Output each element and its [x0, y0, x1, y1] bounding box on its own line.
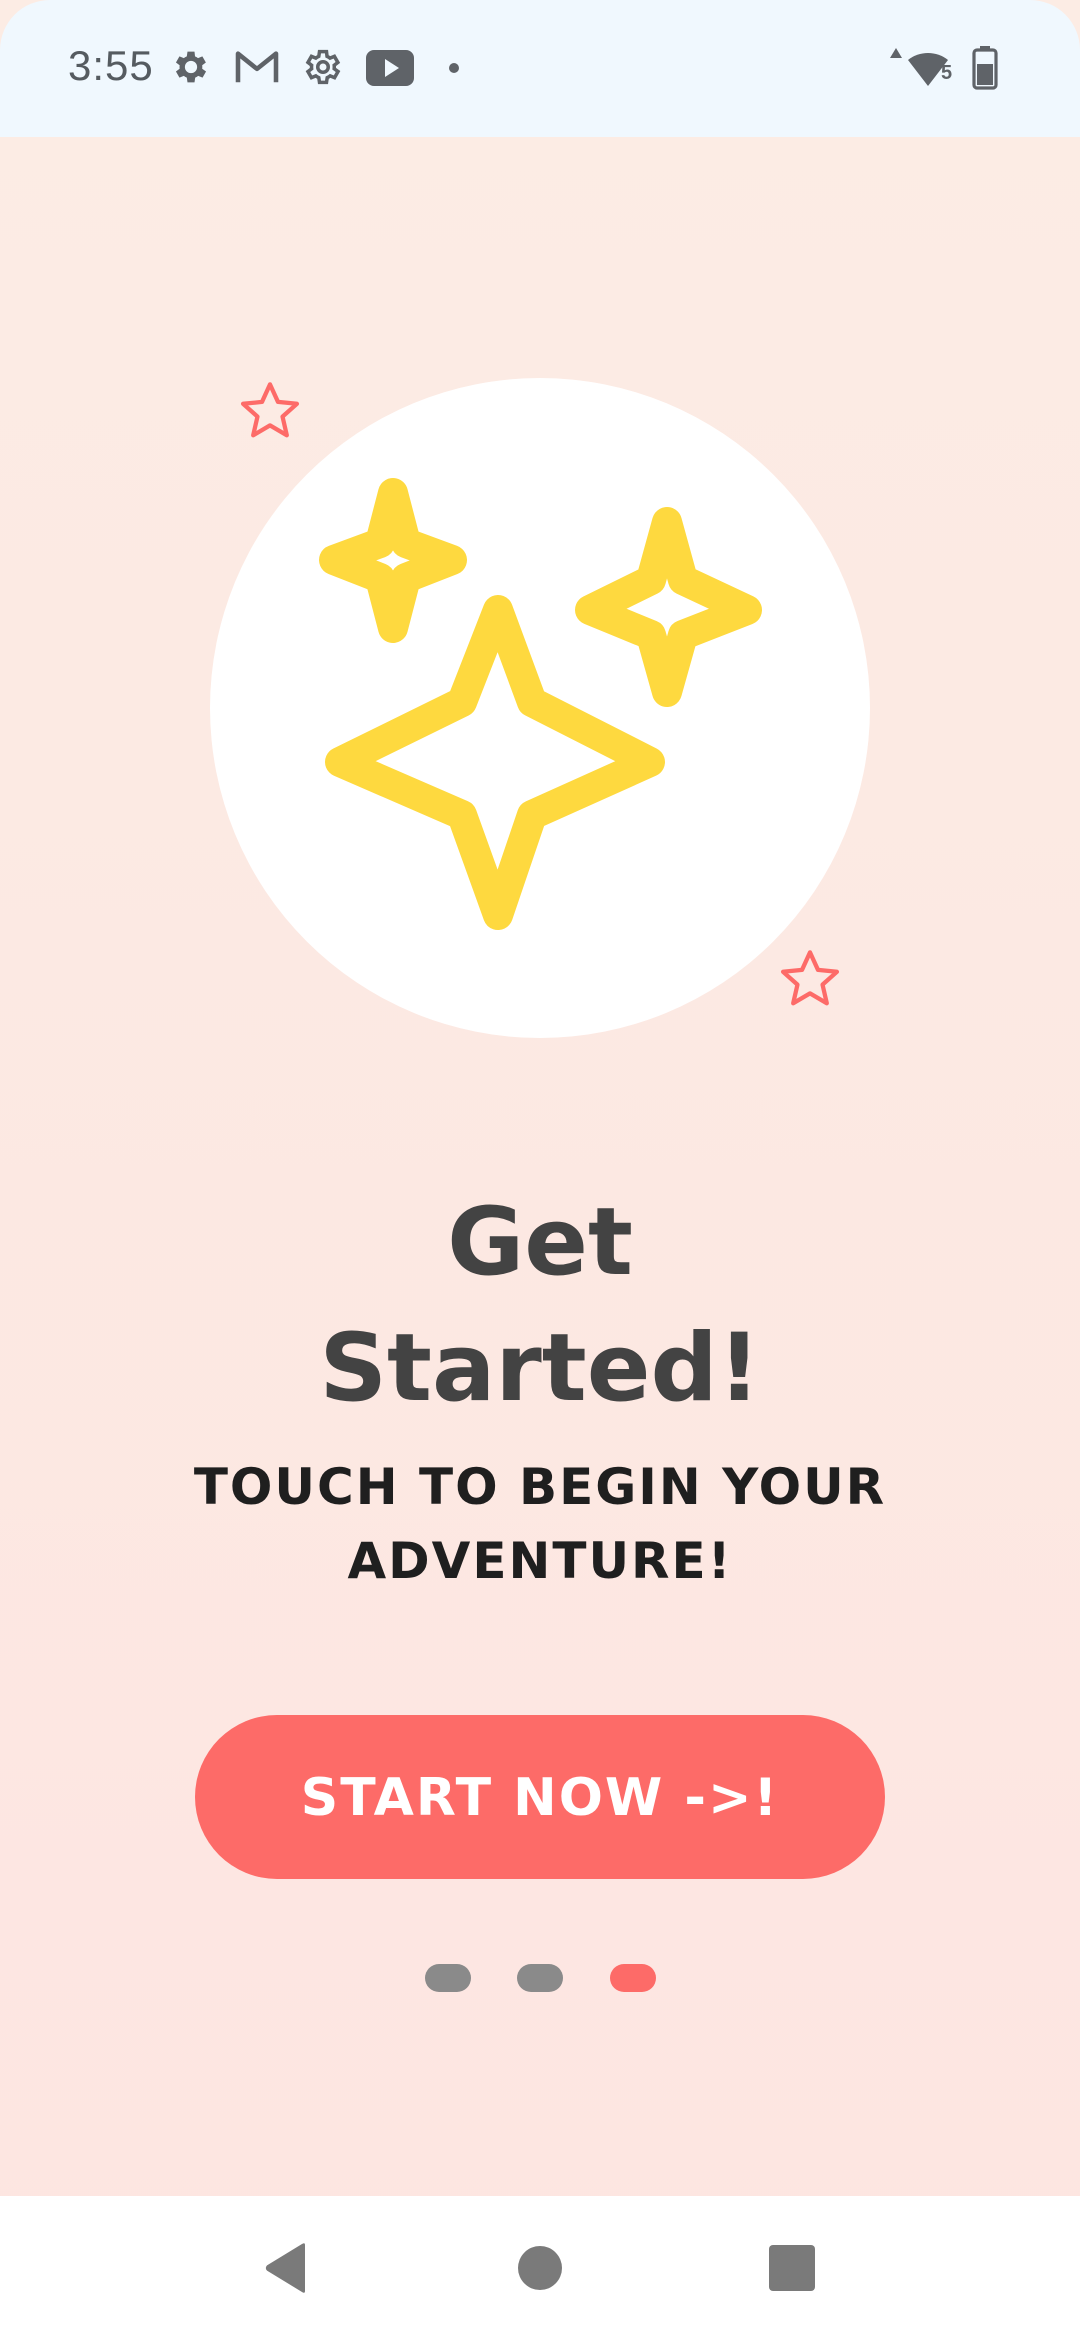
- home-icon: [518, 2246, 562, 2290]
- page-dot[interactable]: [425, 1964, 471, 1992]
- status-time: 3:55: [68, 42, 154, 89]
- start-now-button[interactable]: START NOW ->!: [195, 1715, 885, 1879]
- star-outline-icon: [240, 382, 300, 438]
- back-button[interactable]: [226, 2196, 346, 2340]
- youtube-icon: [366, 50, 414, 86]
- navigation-bar: [0, 2196, 1080, 2340]
- page-indicator: [0, 1964, 1080, 1994]
- onboarding-screen: 3:55 5 Get Started! TOUCH TO BEGIN YOUR …: [0, 0, 1080, 2340]
- page-title: Get Started!: [0, 1180, 1080, 1432]
- subtitle-line-2: ADVENTURE!: [347, 1532, 733, 1590]
- wifi-badge: 5: [941, 62, 953, 84]
- subtitle: TOUCH TO BEGIN YOUR ADVENTURE!: [0, 1450, 1080, 1598]
- battery-icon: [972, 46, 998, 90]
- title-line-1: Get: [447, 1188, 633, 1297]
- subtitle-line-1: TOUCH TO BEGIN YOUR: [193, 1458, 887, 1516]
- page-dot-active[interactable]: [610, 1964, 656, 1992]
- gmail-icon: [235, 51, 279, 83]
- settings-outline-icon: [305, 49, 341, 85]
- status-bar: 3:55 5: [0, 0, 1080, 137]
- title-line-2: Started!: [319, 1314, 761, 1423]
- settings-gear-icon: [175, 51, 207, 83]
- page-dot[interactable]: [517, 1964, 563, 1992]
- sparkles-icon: [319, 478, 762, 930]
- home-button[interactable]: [480, 2196, 600, 2340]
- back-icon: [265, 2243, 305, 2293]
- star-outline-icon: [780, 950, 840, 1006]
- recents-button[interactable]: [732, 2196, 852, 2340]
- recents-icon: [769, 2245, 815, 2291]
- notification-dot-icon: [449, 63, 459, 73]
